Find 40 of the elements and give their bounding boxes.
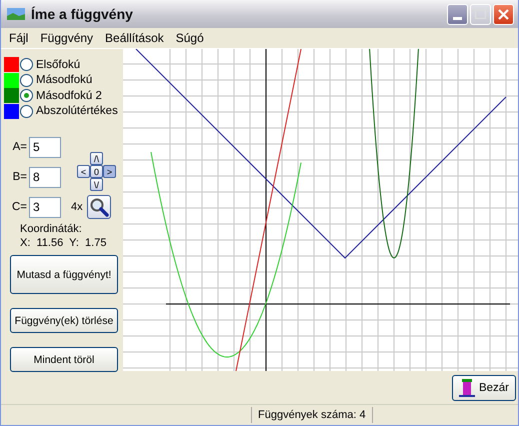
close-icon bbox=[498, 8, 509, 20]
radio-button[interactable] bbox=[20, 89, 33, 102]
menu-item[interactable]: Súgó bbox=[170, 31, 210, 45]
coordinates-label: Koordináták: bbox=[20, 223, 82, 235]
minimize-button[interactable] bbox=[447, 4, 468, 24]
zoom-level: 4x bbox=[71, 201, 83, 213]
menu-item[interactable]: Fájl bbox=[3, 31, 34, 45]
window-title: Íme a függvény bbox=[31, 6, 134, 22]
reset-button[interactable]: 0 bbox=[90, 165, 103, 178]
close-button[interactable] bbox=[493, 4, 514, 24]
door-icon bbox=[458, 378, 475, 396]
input-field[interactable]: 5 bbox=[29, 136, 61, 158]
menu-item[interactable]: Beállítások bbox=[99, 31, 170, 45]
pan-right-button[interactable]: > bbox=[103, 165, 116, 178]
pan-left-button[interactable]: < bbox=[77, 165, 90, 178]
radio-label[interactable]: Másodfokú bbox=[36, 74, 92, 86]
input-field[interactable]: 3 bbox=[29, 196, 61, 218]
field-label: B= bbox=[12, 171, 28, 183]
pan-up-button[interactable]: /\ bbox=[90, 152, 103, 165]
minimize-icon bbox=[453, 16, 462, 20]
clear-functions-button[interactable]: Függvény(ek) törlése bbox=[10, 308, 118, 333]
menu-item[interactable]: Függvény bbox=[34, 31, 100, 45]
radio-button[interactable] bbox=[20, 58, 33, 72]
pan-down-button[interactable]: \/ bbox=[90, 178, 103, 191]
radio-label[interactable]: Elsőfokú bbox=[36, 58, 80, 71]
radio-button[interactable] bbox=[20, 74, 33, 87]
zoom-button[interactable] bbox=[86, 195, 111, 219]
radio-button[interactable] bbox=[20, 104, 33, 118]
clear-all-button[interactable]: Mindent töröl bbox=[10, 347, 118, 372]
coordinates-value: X: 11.56 Y: 1.75 bbox=[20, 237, 106, 249]
show-function-button[interactable]: Mutasd a függvényt! bbox=[10, 255, 118, 294]
field-label: A= bbox=[12, 141, 28, 153]
exit-button[interactable]: Bezár bbox=[452, 374, 516, 400]
radio-label[interactable]: Másodfokú 2 bbox=[36, 90, 102, 102]
landscape-icon bbox=[7, 8, 25, 20]
status-text: Függvények száma: 4 bbox=[251, 407, 373, 423]
input-field[interactable]: 8 bbox=[29, 166, 61, 188]
field-label: C= bbox=[10, 201, 28, 213]
radio-label[interactable]: Abszolútértékes bbox=[36, 105, 118, 118]
magnifier-icon bbox=[88, 197, 109, 217]
